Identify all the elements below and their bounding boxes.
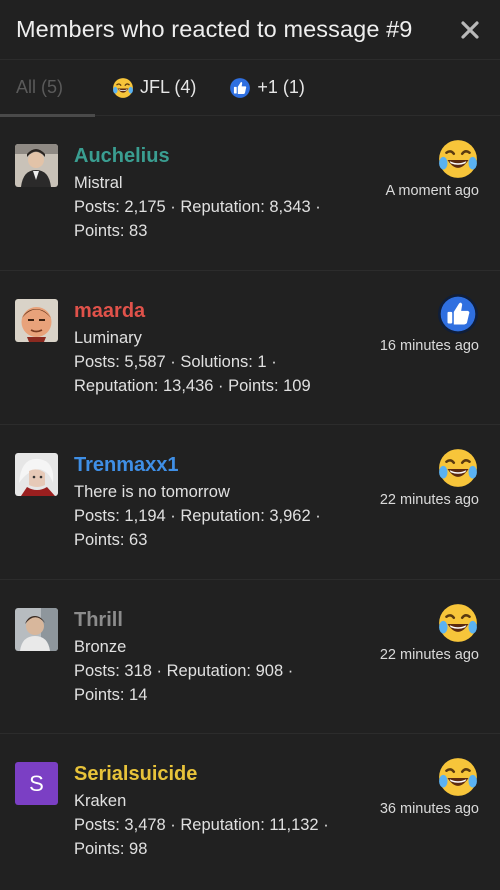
username-link[interactable]: Serialsuicide: [74, 760, 380, 788]
user-title: There is no tomorrow: [74, 483, 230, 502]
reactions-dialog: Members who reacted to message #9 All (5…: [0, 0, 500, 890]
user-stats: Points: 98: [74, 840, 148, 859]
list-item: S Serialsuicide Kraken Posts: 3,478 · Re…: [0, 734, 500, 889]
reaction-time: A moment ago: [385, 183, 480, 199]
list-item: Trenmaxx1 There is no tomorrow Posts: 1,…: [0, 425, 500, 580]
dialog-title: Members who reacted to message #9: [16, 16, 413, 42]
user-title: Kraken: [74, 792, 127, 811]
avatar[interactable]: [15, 144, 58, 187]
reaction-icon: [437, 293, 479, 335]
reaction-tabs: All (5) JFL (4) +1 (1): [0, 60, 500, 117]
username-link[interactable]: Trenmaxx1: [74, 451, 380, 479]
avatar[interactable]: [15, 453, 58, 497]
letter-avatar: S: [15, 762, 58, 806]
thumbs-up-icon: [438, 293, 478, 334]
reaction-time: 16 minutes ago: [379, 337, 479, 354]
tab-label: All (5): [16, 77, 64, 97]
username-link[interactable]: Auchelius: [74, 142, 380, 170]
tab-all[interactable]: All (5): [0, 60, 96, 117]
user-stats: Points: 63: [74, 531, 148, 550]
thumbs-up-icon: [229, 77, 251, 99]
reaction-time: 22 minutes ago: [379, 492, 479, 509]
user-stats: Posts: 3,478 · Reputation: 11,132 ·: [74, 816, 329, 835]
tab-plus-one[interactable]: +1 (1): [229, 60, 305, 116]
list-item: Auchelius Mistral Posts: 2,175 · Reputat…: [0, 116, 500, 271]
tab-jfl[interactable]: JFL (4): [112, 60, 196, 116]
user-stats: Posts: 2,175 · Reputation: 8,343 ·: [74, 198, 321, 216]
user-photo-avatar: [15, 607, 58, 651]
user-photo-avatar: [15, 144, 58, 187]
avatar[interactable]: [15, 607, 58, 651]
reaction-icon: [437, 447, 479, 489]
member-list: Auchelius Mistral Posts: 2,175 · Reputat…: [0, 116, 500, 889]
user-title: Mistral: [74, 174, 123, 192]
user-stats: Points: 83: [74, 222, 148, 240]
user-stats: Points: 14: [74, 685, 148, 704]
laugh-cry-emoji-icon: [439, 140, 477, 178]
white-hair-avatar: [15, 453, 58, 497]
username-link[interactable]: maarda: [74, 297, 380, 325]
reaction-icon: [437, 602, 479, 644]
close-button[interactable]: [456, 16, 484, 44]
list-item: Thrill Bronze Posts: 318 · Reputation: 9…: [0, 580, 500, 735]
reaction-icon: [437, 138, 479, 180]
cartoon-face-avatar: [15, 298, 58, 342]
close-icon: [461, 20, 479, 39]
username-link[interactable]: Thrill: [74, 606, 380, 634]
reaction-time: 22 minutes ago: [379, 646, 479, 663]
laugh-cry-emoji-icon: [112, 77, 134, 99]
reaction-time: 36 minutes ago: [379, 801, 479, 818]
user-title: Luminary: [74, 328, 142, 347]
reaction-icon: [437, 756, 479, 798]
user-stats: Posts: 5,587 · Solutions: 1 ·: [74, 352, 277, 371]
list-item: maarda Luminary Posts: 5,587 · Solutions…: [0, 271, 500, 426]
user-stats: Reputation: 13,436 · Points: 109: [74, 376, 311, 395]
avatar[interactable]: S: [15, 762, 58, 806]
user-title: Bronze: [74, 637, 127, 656]
tab-label: JFL (4): [140, 77, 197, 97]
user-stats: Posts: 318 · Reputation: 908 ·: [74, 661, 294, 680]
laugh-cry-emoji-icon: [439, 603, 477, 642]
avatar[interactable]: [15, 298, 58, 342]
laugh-cry-emoji-icon: [439, 758, 477, 797]
laugh-cry-emoji-icon: [439, 449, 477, 488]
user-stats: Posts: 1,194 · Reputation: 3,962 ·: [74, 507, 321, 526]
dialog-header: Members who reacted to message #9: [0, 0, 500, 60]
tab-label: +1 (1): [257, 77, 305, 97]
